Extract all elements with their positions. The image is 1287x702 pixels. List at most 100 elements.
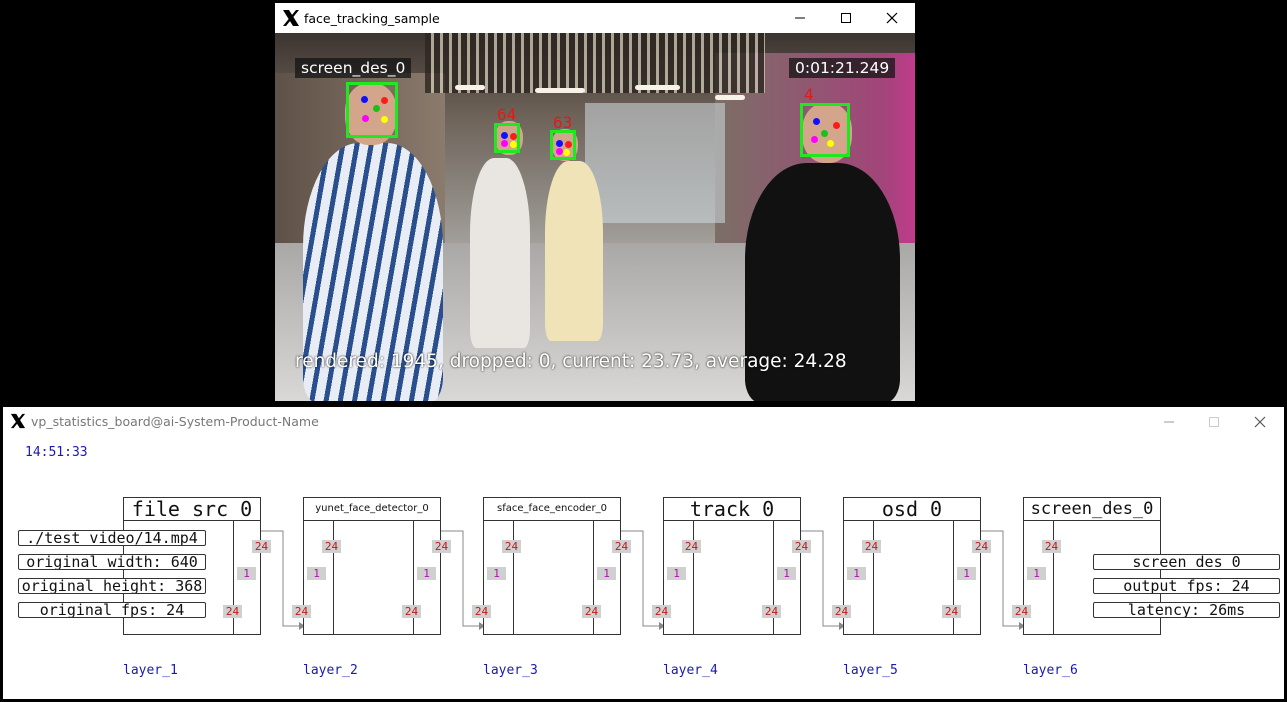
des-info-name: screen_des_0	[1093, 554, 1280, 570]
queue-badge: 24	[762, 605, 781, 618]
landmark-dot	[811, 136, 818, 143]
queue-badge: 24	[402, 605, 421, 618]
close-button[interactable]	[879, 8, 905, 28]
scene-ceiling	[425, 33, 765, 93]
node-name: file_src_0	[124, 498, 260, 521]
scene-lamp	[715, 95, 745, 100]
queue-badge: 24	[1012, 605, 1031, 618]
queue-badge: 24	[792, 540, 811, 553]
count-badge: 1	[307, 567, 326, 580]
queue-badge: 24	[322, 540, 341, 553]
landmark-dot	[381, 97, 388, 104]
track-id-label: 4	[804, 85, 814, 104]
node-divider	[513, 521, 514, 634]
count-badge: 1	[417, 567, 436, 580]
track-id-label: 63	[553, 113, 573, 132]
count-badge: 1	[237, 567, 256, 580]
landmark-dot	[501, 132, 508, 139]
minimize-icon	[795, 17, 805, 19]
queue-badge: 24	[972, 540, 991, 553]
queue-badge: 24	[1042, 540, 1061, 553]
landmark-dot	[556, 148, 563, 155]
face-box-2	[494, 123, 520, 153]
count-badge: 1	[597, 567, 616, 580]
landmark-dot	[381, 116, 388, 123]
face-box-1	[346, 82, 398, 138]
count-badge: 1	[487, 567, 506, 580]
track-id-label: 64	[497, 105, 517, 124]
layer-label: layer_2	[303, 663, 358, 678]
scene-lamp	[455, 85, 485, 90]
queue-badge: 24	[682, 540, 701, 553]
landmark-dot	[373, 105, 380, 112]
overlay-timestamp: 0:01:21.249	[789, 58, 896, 78]
queue-badge: 24	[223, 605, 242, 618]
queue-badge: 24	[472, 605, 491, 618]
render-stats-text: rendered: 1945, dropped: 0, current: 23.…	[295, 351, 847, 372]
node-name: track_0	[664, 498, 800, 521]
node-name: sface_face_encoder_0	[484, 498, 620, 521]
node-name: osd_0	[844, 498, 980, 521]
queue-badge: 24	[832, 605, 851, 618]
person-2	[470, 158, 530, 348]
count-badge: 1	[847, 567, 866, 580]
person-3	[545, 161, 603, 341]
landmark-dot	[821, 130, 828, 137]
landmark-dot	[361, 96, 368, 103]
count-badge: 1	[1027, 567, 1046, 580]
video-window: face_tracking_sample 64 63 4 screen_des_…	[275, 3, 915, 401]
maximize-button[interactable]	[833, 8, 859, 28]
face-box-3	[550, 130, 576, 160]
landmark-dot	[362, 115, 369, 122]
node-divider	[333, 521, 334, 634]
landmark-dot	[501, 140, 508, 147]
src-info-fps: original_fps: 24	[18, 602, 206, 618]
queue-badge: 24	[252, 540, 271, 553]
des-info-latency: latency: 26ms	[1093, 602, 1280, 618]
scene-glass-wall	[585, 103, 725, 223]
layer-label: layer_3	[483, 663, 538, 678]
node-divider	[1053, 521, 1054, 634]
landmark-dot	[510, 141, 517, 148]
landmark-dot	[556, 140, 563, 147]
node-name: yunet_face_detector_0	[304, 498, 440, 521]
minimize-button[interactable]	[787, 8, 813, 28]
layer-label: layer_6	[1023, 663, 1078, 678]
queue-badge: 24	[652, 605, 671, 618]
video-window-titlebar[interactable]: face_tracking_sample	[275, 3, 915, 33]
video-window-title: face_tracking_sample	[304, 11, 440, 26]
count-badge: 1	[667, 567, 686, 580]
queue-badge: 24	[582, 605, 601, 618]
layer-label: layer_5	[843, 663, 898, 678]
node-divider	[693, 521, 694, 634]
queue-badge: 24	[942, 605, 961, 618]
count-badge: 1	[777, 567, 796, 580]
landmark-dot	[813, 118, 820, 125]
close-icon	[886, 12, 898, 24]
landmark-dot	[833, 122, 840, 129]
count-badge: 1	[957, 567, 976, 580]
landmark-dot	[827, 140, 834, 147]
scene-lamp	[535, 88, 585, 93]
queue-badge: 24	[432, 540, 451, 553]
landmark-dot	[510, 133, 517, 140]
layer-label: layer_1	[123, 663, 178, 678]
face-box-4	[800, 103, 850, 157]
maximize-icon	[841, 13, 851, 23]
layer-label: layer_4	[663, 663, 718, 678]
node-divider	[873, 521, 874, 634]
overlay-node-label: screen_des_0	[295, 58, 412, 78]
statistics-board-window: vp_statistics_board@ai-System-Product-Na…	[3, 407, 1284, 699]
video-frame: 64 63 4 screen_des_0 0:01:21.249 rendere…	[275, 33, 915, 401]
x-logo-icon	[283, 10, 299, 26]
src-info-path: ./test_video/14.mp4	[18, 530, 206, 546]
src-info-height: original_height: 368	[18, 578, 206, 594]
landmark-dot	[565, 141, 572, 148]
landmark-dot	[563, 149, 570, 156]
queue-badge: 24	[862, 540, 881, 553]
des-info-output-fps: output_fps: 24	[1093, 578, 1280, 594]
scene-lamp	[635, 85, 680, 90]
node-name: screen_des_0	[1024, 498, 1160, 521]
queue-badge: 24	[292, 605, 311, 618]
src-info-width: original_width: 640	[18, 554, 206, 570]
